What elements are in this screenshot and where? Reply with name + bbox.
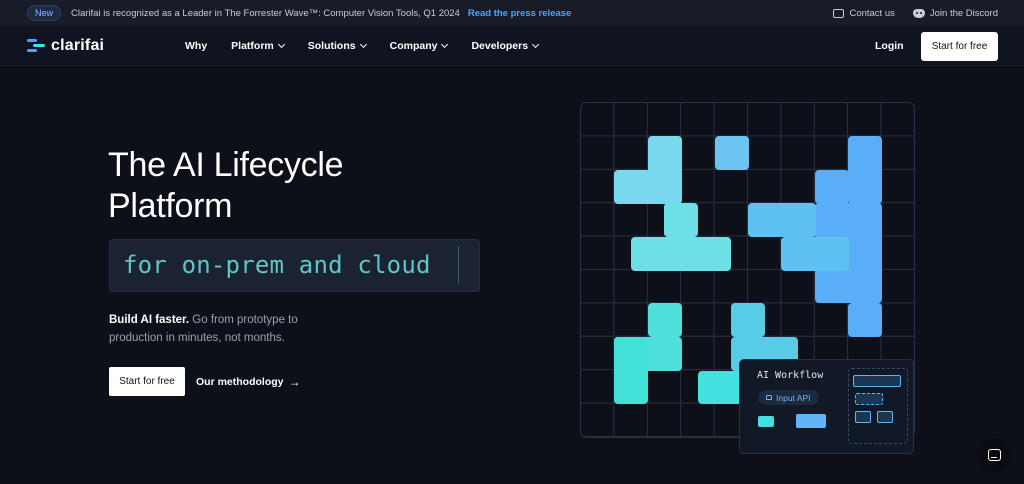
illustration-block [664,203,698,237]
chevron-down-icon [277,40,285,49]
hero-start-free-button[interactable]: Start for free [109,367,185,396]
nav-start-free-button[interactable]: Start for free [921,32,998,61]
workflow-node [796,414,826,428]
contact-label: Contact us [849,7,895,19]
typed-tagline-box: for on-prem and cloud [109,239,480,292]
arrow-right-icon: → [288,375,301,389]
workflow-output-area [848,368,908,444]
typing-caret [458,246,459,284]
workflow-node [877,411,893,423]
nav-menu: Why Platform Solutions Company Developer… [185,26,540,66]
discord-icon [912,8,925,18]
illustration-block [715,136,749,170]
hero-subtitle-bold: Build AI faster. [109,314,190,326]
nav-label: Company [389,40,438,52]
illustration-block [648,303,682,337]
discord-label: Join the Discord [929,7,998,19]
nav-item-developers[interactable]: Developers [471,40,540,52]
input-api-pill: Input API [758,390,819,405]
contact-link[interactable]: Contact us [833,7,895,19]
press-release-link[interactable]: Read the press release [468,8,572,19]
clarifai-logo-icon [27,38,45,54]
workflow-node [758,416,774,427]
nav-item-solutions[interactable]: Solutions [307,40,367,52]
hero-title-line2: Platform [108,187,233,225]
illustration-block [614,337,648,404]
chevron-down-icon [532,40,540,49]
hero-title: The AI Lifecycle Platform [108,145,344,227]
nav-label: Solutions [307,40,356,52]
illustration-block [815,170,849,204]
lock-icon [766,395,772,400]
illustration-block [848,136,882,204]
methodology-label: Our methodology [196,376,284,388]
nav-item-company[interactable]: Company [389,40,449,52]
login-link[interactable]: Login [875,40,904,52]
discord-link[interactable]: Join the Discord [912,7,998,19]
chat-icon [987,449,1001,461]
nav-label: Developers [471,40,529,52]
illustration-block [748,203,816,237]
brand-logo[interactable]: clarifai [27,37,104,55]
nav-label: Why [185,40,208,52]
input-api-label: Input API [776,392,811,403]
chat-widget-button[interactable] [977,438,1011,472]
nav-label: Platform [231,40,274,52]
typed-tagline: for on-prem and cloud [123,251,431,279]
hero-subtitle: Build AI faster. Go from prototype to pr… [109,311,339,347]
chevron-down-icon [441,40,449,49]
illustration-block [731,303,765,337]
main-nav: clarifai Why Platform Solutions Company … [0,26,1024,66]
methodology-link[interactable]: Our methodology → [196,375,301,389]
workflow-node [853,375,901,387]
illustration-block [614,170,682,204]
illustration-block [848,303,882,337]
announcement-text: Clarifai is recognized as a Leader in Th… [71,7,460,19]
illustration-block [781,237,849,271]
hero-title-line1: The AI Lifecycle [108,146,344,184]
illustration-block [631,237,731,271]
announcement-links: Contact us Join the Discord [833,0,998,26]
nav-item-why[interactable]: Why [185,40,207,52]
workflow-node [855,393,883,405]
new-badge: New [27,5,62,21]
brand-name: clarifai [51,37,105,54]
nav-item-platform[interactable]: Platform [231,40,285,52]
workflow-node [855,411,871,423]
chat-icon [833,8,845,18]
chevron-down-icon [359,40,367,49]
workflow-title: AI Workflow [757,370,824,381]
ai-workflow-card: AI Workflow Input API [739,359,914,454]
